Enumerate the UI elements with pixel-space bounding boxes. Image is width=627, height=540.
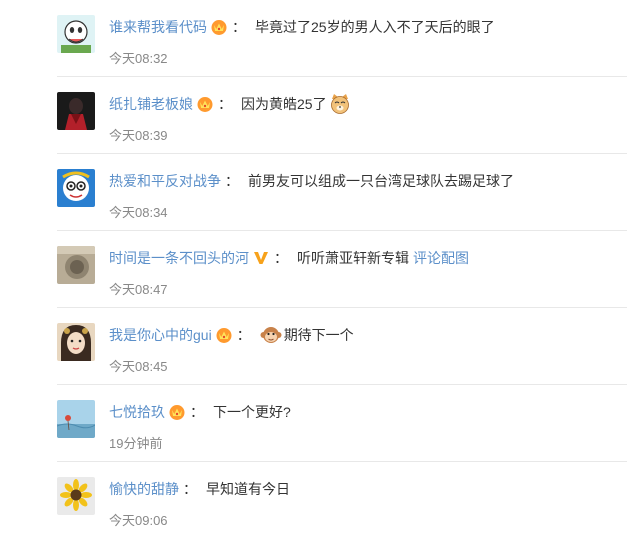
- colon-separator: ：: [236, 327, 251, 343]
- avatar[interactable]: [57, 169, 95, 207]
- comment-image-link[interactable]: 评论配图: [413, 247, 469, 269]
- colon-separator: ：: [232, 19, 246, 35]
- crown-badge-icon: [215, 326, 233, 344]
- colon-separator: ：: [190, 404, 204, 420]
- crown-badge-icon: [210, 18, 228, 36]
- colon-separator: ：: [274, 250, 288, 266]
- avatar[interactable]: [57, 323, 95, 361]
- username-link[interactable]: 谁来帮我看代码: [109, 16, 207, 38]
- avatar[interactable]: [57, 477, 95, 515]
- comment-item: 纸扎铺老板娘 ： 因为黄皓25了 今天08:39: [0, 77, 627, 154]
- comment-text: 期待下一个: [283, 327, 354, 343]
- username-link[interactable]: 热爱和平反对战争: [109, 170, 221, 192]
- comment-text: 听听萧亚轩新专辑: [297, 250, 409, 266]
- comment-item: 我是你心中的gui ： 期待下一个 今天08:45: [0, 308, 627, 385]
- comment-text: 毕竟过了25岁的男人入不了天后的眼了: [255, 19, 495, 35]
- comment-timestamp: 今天08:45: [109, 359, 168, 374]
- avatar[interactable]: [57, 246, 95, 284]
- comment-item: 时间是一条不回头的河 ： 听听萧亚轩新专辑 评论配图 今天08:47: [0, 231, 627, 308]
- colon-separator: ：: [218, 96, 232, 112]
- comment-text: 早知道有今日: [206, 481, 290, 497]
- comment-text: 因为黄皓25了: [241, 96, 327, 112]
- comment-timestamp: 今天09:06: [109, 513, 168, 528]
- cat-face-emoji-icon: [329, 93, 351, 115]
- colon-separator: ：: [183, 481, 197, 497]
- username-link[interactable]: 纸扎铺老板娘: [109, 93, 193, 115]
- comment-timestamp: 今天08:34: [109, 205, 168, 220]
- verified-v-badge-icon: [252, 249, 270, 267]
- comment-item: 谁来帮我看代码 ： 毕竟过了25岁的男人入不了天后的眼了 今天08:32: [0, 0, 627, 77]
- username-link[interactable]: 愉快的甜静: [109, 478, 179, 500]
- username-link[interactable]: 时间是一条不回头的河: [109, 247, 249, 269]
- colon-separator: ：: [225, 173, 239, 189]
- monkey-emoji-icon: [260, 324, 282, 346]
- avatar[interactable]: [57, 92, 95, 130]
- crown-badge-icon: [168, 403, 186, 421]
- avatar[interactable]: [57, 15, 95, 53]
- comment-timestamp: 今天08:32: [109, 51, 168, 66]
- comment-timestamp: 今天08:39: [109, 128, 168, 143]
- comment-text: 前男友可以组成一只台湾足球队去踢足球了: [248, 173, 514, 189]
- comment-text: 下一个更好?: [213, 404, 291, 420]
- comment-list: 谁来帮我看代码 ： 毕竟过了25岁的男人入不了天后的眼了 今天08:32 纸扎铺…: [0, 0, 627, 539]
- comment-item: 七悦拾玖 ： 下一个更好? 19分钟前: [0, 385, 627, 462]
- comment-timestamp: 今天08:47: [109, 282, 168, 297]
- comment-item: 愉快的甜静 ： 早知道有今日 今天09:06: [0, 462, 627, 539]
- username-link[interactable]: 七悦拾玖: [109, 401, 165, 423]
- avatar[interactable]: [57, 400, 95, 438]
- comment-timestamp: 19分钟前: [109, 436, 163, 451]
- crown-badge-icon: [196, 95, 214, 113]
- username-link[interactable]: 我是你心中的gui: [109, 324, 212, 346]
- comment-item: 热爱和平反对战争 ： 前男友可以组成一只台湾足球队去踢足球了 今天08:34: [0, 154, 627, 231]
